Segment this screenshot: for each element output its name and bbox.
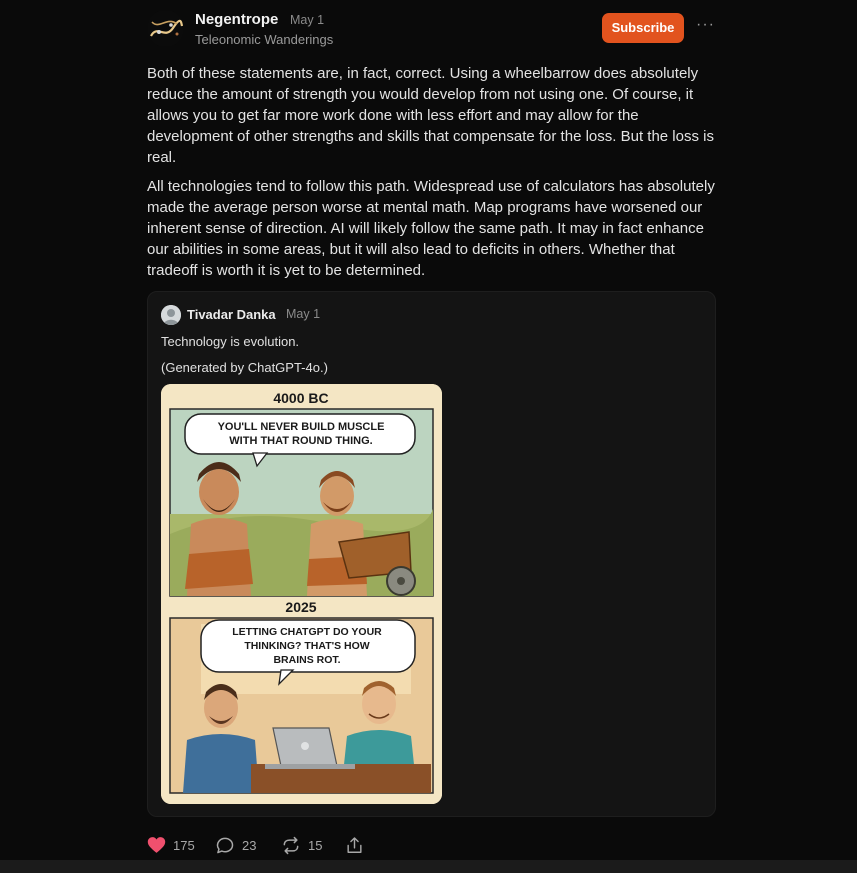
author-avatar[interactable]	[147, 10, 184, 47]
quoted-date[interactable]: May 1	[286, 307, 320, 321]
next-item-edge	[0, 860, 857, 873]
subscribe-button[interactable]: Subscribe	[602, 13, 684, 43]
panel2-speech-line1: LETTING CHATGPT DO YOUR	[232, 626, 382, 638]
share-button[interactable]	[345, 833, 364, 857]
comment-button[interactable]: 23	[215, 833, 256, 857]
post-header: Negentrope May 1 Teleonomic Wanderings S…	[147, 8, 716, 54]
post-date[interactable]: May 1	[290, 13, 324, 27]
panel2-speech-line3: BRAINS ROT.	[273, 654, 340, 666]
comment-icon	[216, 837, 234, 853]
panel1-speech-line1: YOU'LL NEVER BUILD MUSCLE	[218, 421, 385, 433]
post-body: Both of these statements are, in fact, c…	[147, 63, 716, 281]
like-count: 175	[173, 837, 195, 853]
quoted-author-name[interactable]: Tivadar Danka	[187, 307, 276, 322]
paragraph: All technologies tend to follow this pat…	[147, 178, 715, 279]
quoted-author-avatar[interactable]	[161, 305, 181, 325]
post-actions: 175 23 15	[147, 833, 447, 857]
comment-count: 23	[242, 837, 257, 853]
panel1-title: 4000 BC	[273, 390, 328, 406]
panel2-speech-line2: THINKING? THAT'S HOW	[244, 640, 369, 652]
author-name[interactable]: Negentrope	[195, 11, 278, 28]
panel1-speech-line2: WITH THAT ROUND THING.	[229, 435, 372, 447]
quoted-caption: (Generated by ChatGPT-4o.)	[161, 360, 328, 375]
restack-count: 15	[308, 837, 323, 853]
like-button[interactable]: 175	[147, 833, 195, 857]
paragraph: Both of these statements are, in fact, c…	[147, 65, 714, 166]
panel2-title: 2025	[285, 599, 316, 615]
comic-image[interactable]: 4000 BC YOU'LL NEVER BUILD MUSCLE WITH T…	[161, 384, 442, 804]
restack-button[interactable]: 15	[281, 833, 322, 857]
heart-icon	[147, 837, 166, 853]
quoted-note[interactable]: Tivadar Danka May 1 Technology is evolut…	[147, 291, 716, 817]
restack-icon	[283, 836, 299, 854]
share-icon	[347, 836, 362, 853]
publication-name[interactable]: Teleonomic Wanderings	[195, 32, 333, 47]
quoted-text: Technology is evolution.	[161, 334, 300, 349]
note-post: Negentrope May 1 Teleonomic Wanderings S…	[147, 8, 716, 289]
more-icon[interactable]: ···	[696, 16, 714, 38]
